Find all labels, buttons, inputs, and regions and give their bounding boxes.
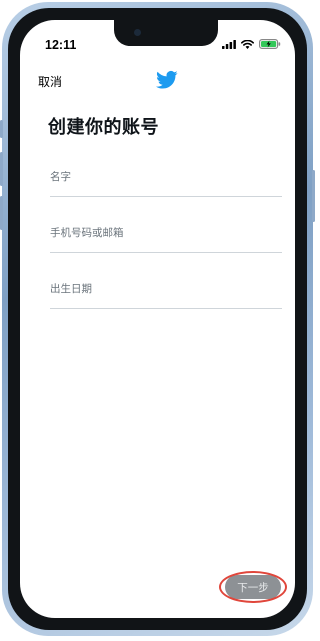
name-input[interactable] [50,165,282,196]
twitter-bird-icon [156,70,178,89]
phone-or-email-input[interactable] [50,221,282,252]
status-time: 12:11 [45,38,77,52]
action-button [0,120,3,138]
wifi-icon [241,39,254,49]
page-title: 创建你的账号 [48,117,159,138]
volume-down-button [0,196,3,230]
name-field [50,165,282,197]
status-icons [222,39,281,49]
battery-charging-icon [259,39,281,49]
notch [114,20,218,46]
next-button[interactable]: 下一步 [225,575,281,599]
phone-bezel: 12:11 取消 创建你的账号 名字 手机号码或邮箱 出生日期 下一步 [8,8,307,630]
screen: 12:11 取消 创建你的账号 名字 手机号码或邮箱 出生日期 下一步 [20,20,295,618]
volume-up-button [0,152,3,186]
signal-icon [222,39,236,49]
birth-date-field [50,277,282,309]
power-button [312,170,315,222]
phone-or-email-field [50,221,282,253]
cancel-button[interactable]: 取消 [38,73,62,90]
birth-date-input[interactable] [50,277,282,308]
camera-icon [134,29,141,36]
phone-frame: 12:11 取消 创建你的账号 名字 手机号码或邮箱 出生日期 下一步 [0,2,315,636]
